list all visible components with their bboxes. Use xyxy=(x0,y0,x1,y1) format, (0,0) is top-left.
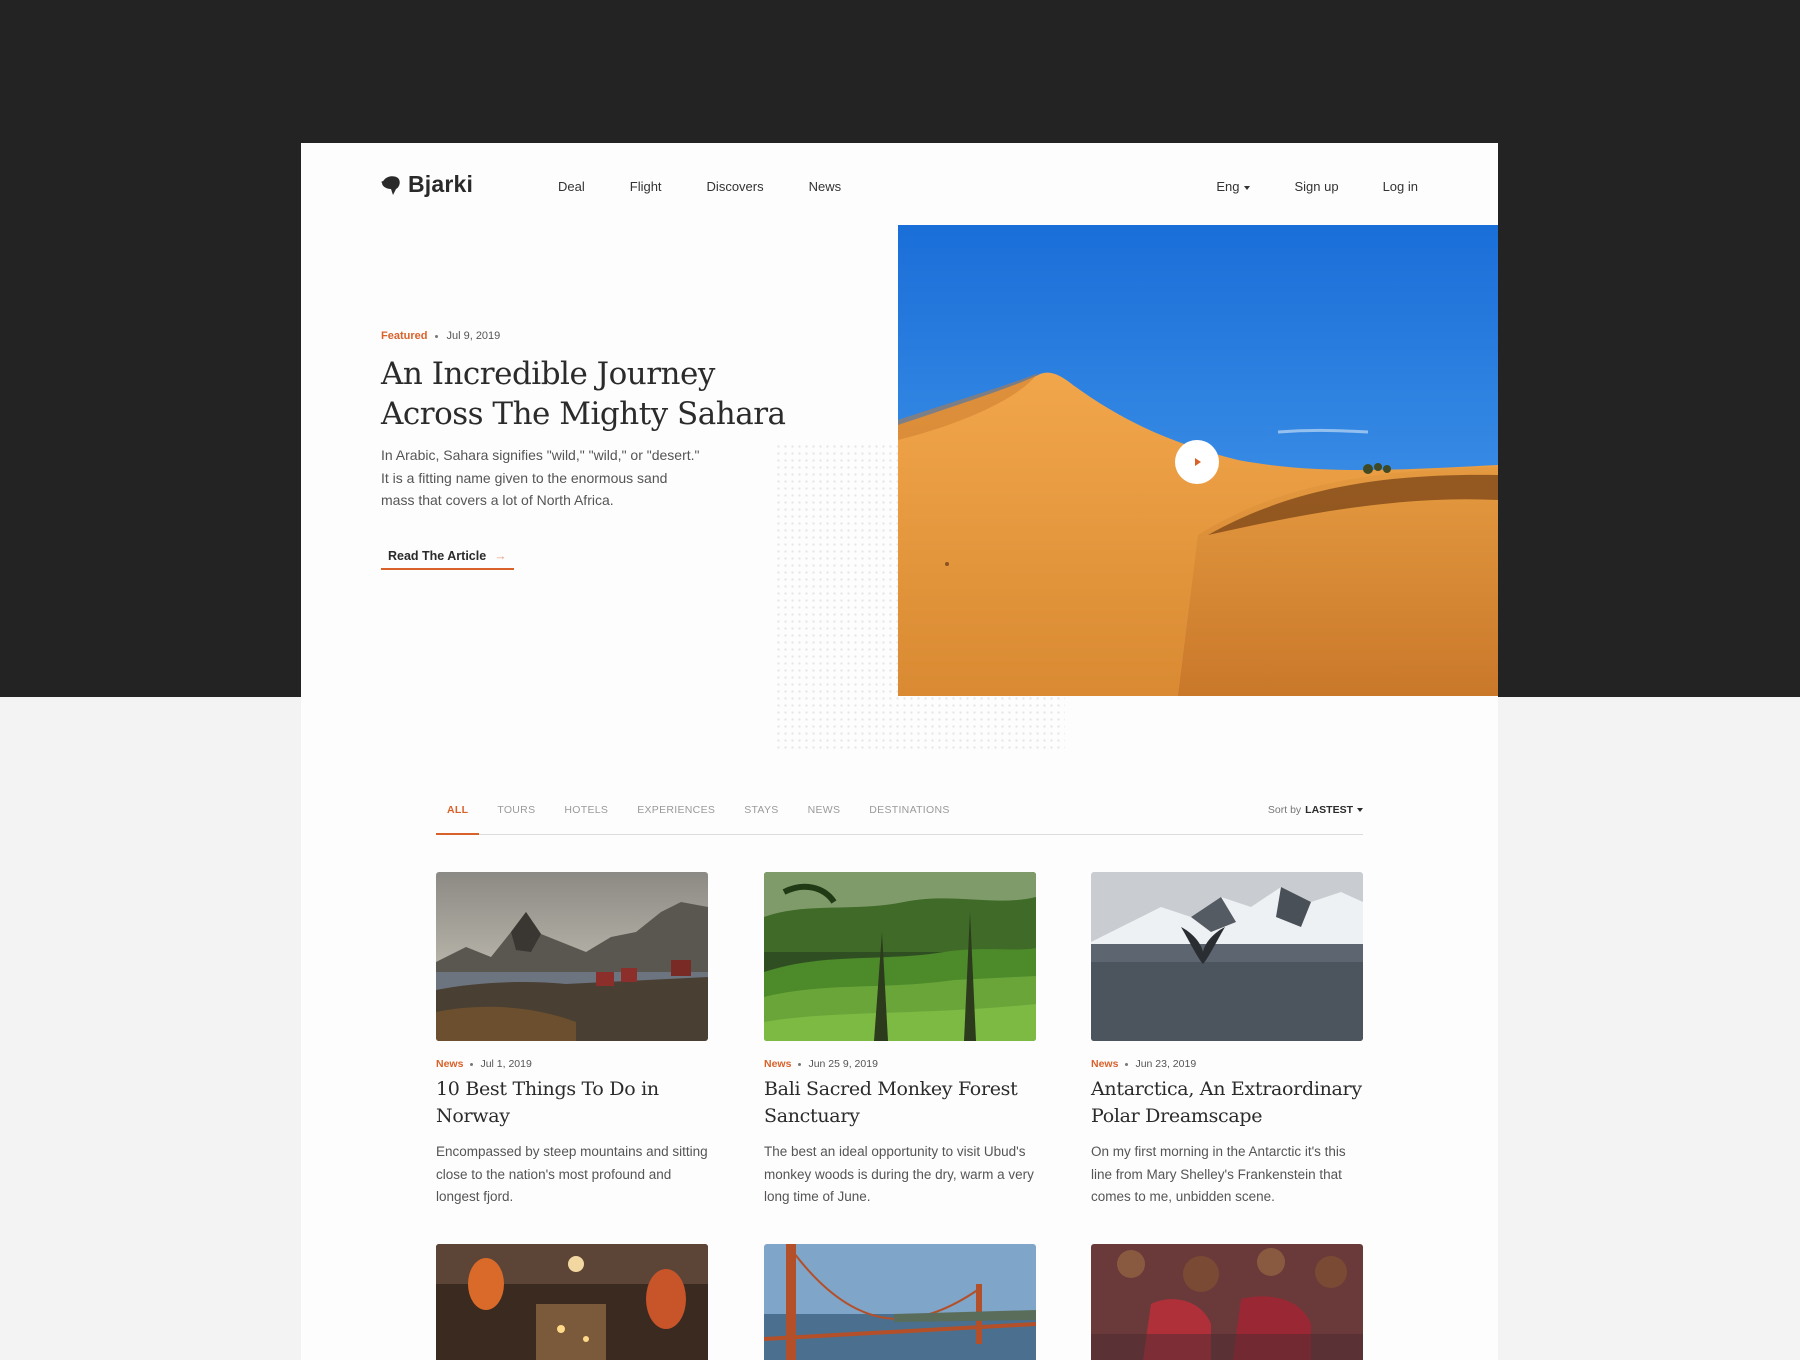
tab-hotels[interactable]: HOTELS xyxy=(564,801,608,834)
hero-date: Jul 9, 2019 xyxy=(446,330,501,342)
hero-description: In Arabic, Sahara signifies "wild," "wil… xyxy=(381,447,700,508)
nav-item-flight[interactable]: Flight xyxy=(630,179,662,194)
card-description: On my first morning in the Antarctic it'… xyxy=(1091,1144,1346,1204)
article-card[interactable]: News Jul 1, 2019 10 Best Things To Do in… xyxy=(436,872,708,1209)
nav-item-discovers[interactable]: Discovers xyxy=(707,179,764,194)
separator-dot xyxy=(798,1062,802,1066)
brand-mark-icon xyxy=(381,175,400,195)
arrow-right-icon: → xyxy=(494,549,507,563)
separator-dot xyxy=(435,334,439,338)
tab-stays[interactable]: STAYS xyxy=(744,801,778,834)
card-image-market[interactable] xyxy=(436,1244,708,1360)
card-title[interactable]: Antarctica, An Extraordinary Polar Dream… xyxy=(1091,1076,1363,1130)
tab-list: ALL TOURS HOTELS EXPERIENCES STAYS NEWS … xyxy=(435,801,1363,835)
card-image-antarctica[interactable] xyxy=(1091,872,1363,1041)
market-illustration xyxy=(436,1244,708,1360)
nav-item-deal[interactable]: Deal xyxy=(558,179,585,194)
article-card[interactable]: News Jun 23, 2019 Antarctica, An Extraor… xyxy=(1091,872,1363,1209)
site-header: Bjarki Deal Flight Discovers News Eng Si… xyxy=(301,143,1498,225)
card-image-golden-gate[interactable] xyxy=(764,1244,1036,1360)
separator-dot xyxy=(470,1062,474,1066)
signup-link[interactable]: Sign up xyxy=(1294,179,1338,194)
sort-control[interactable]: Sort by LASTEST xyxy=(1268,801,1363,819)
language-label: Eng xyxy=(1216,179,1240,194)
card-description: Encompassed by steep mountains and sitti… xyxy=(436,1144,708,1204)
tab-tours[interactable]: TOURS xyxy=(497,801,535,834)
card-date: Jun 23, 2019 xyxy=(1135,1058,1197,1070)
play-icon xyxy=(1195,458,1201,466)
read-article-label: Read The Article xyxy=(388,549,487,563)
card-date: Jul 1, 2019 xyxy=(480,1058,532,1070)
bridge-illustration xyxy=(764,1244,1036,1360)
bali-illustration xyxy=(764,872,1036,1041)
card-meta: News Jun 23, 2019 xyxy=(1091,1058,1363,1070)
account-nav: Eng Sign up Log in xyxy=(1216,179,1418,194)
card-description: The best an ideal opportunity to visit U… xyxy=(764,1144,1034,1204)
hero-desert-image[interactable] xyxy=(898,225,1498,696)
card-image-festival[interactable] xyxy=(1091,1244,1363,1360)
card-title[interactable]: Bali Sacred Monkey Forest Sanctuary xyxy=(764,1076,1036,1130)
norway-illustration xyxy=(436,872,708,1041)
tab-experiences[interactable]: EXPERIENCES xyxy=(637,801,715,834)
hero-title[interactable]: An Incredible Journey Across The Mighty … xyxy=(381,354,821,434)
card-meta: News Jun 25 9, 2019 xyxy=(764,1058,1036,1070)
sort-value[interactable]: LASTEST xyxy=(1305,804,1353,816)
antarctica-illustration xyxy=(1091,872,1363,1041)
card-image-norway[interactable] xyxy=(436,872,708,1041)
tab-all[interactable]: ALL xyxy=(435,801,480,835)
page-canvas: Bjarki Deal Flight Discovers News Eng Si… xyxy=(301,143,1498,1360)
language-select[interactable]: Eng xyxy=(1216,179,1251,194)
play-button[interactable] xyxy=(1175,440,1219,484)
main-nav: Deal Flight Discovers News xyxy=(558,179,841,194)
hero-tag[interactable]: Featured xyxy=(381,330,427,342)
brand-logo[interactable]: Bjarki xyxy=(381,171,473,198)
separator-dot xyxy=(1125,1062,1129,1066)
card-tag[interactable]: News xyxy=(764,1058,791,1070)
nav-item-news[interactable]: News xyxy=(809,179,842,194)
tab-news[interactable]: NEWS xyxy=(808,801,841,834)
card-tag[interactable]: News xyxy=(436,1058,463,1070)
tab-destinations[interactable]: DESTINATIONS xyxy=(869,801,949,834)
card-date: Jun 25 9, 2019 xyxy=(808,1058,878,1070)
category-tabs: ALL TOURS HOTELS EXPERIENCES STAYS NEWS … xyxy=(435,801,1363,835)
chevron-down-icon xyxy=(1244,185,1251,190)
read-article-link[interactable]: Read The Article → xyxy=(381,549,514,570)
card-image-bali[interactable] xyxy=(764,872,1036,1041)
card-tag[interactable]: News xyxy=(1091,1058,1118,1070)
card-meta: News Jul 1, 2019 xyxy=(436,1058,708,1070)
login-link[interactable]: Log in xyxy=(1383,179,1418,194)
hero-meta: Featured Jul 9, 2019 xyxy=(381,330,500,342)
article-card[interactable]: News Jun 25 9, 2019 Bali Sacred Monkey F… xyxy=(764,872,1036,1209)
brand-name: Bjarki xyxy=(408,171,474,197)
card-title[interactable]: 10 Best Things To Do in Norway xyxy=(436,1076,708,1130)
sort-label: Sort by xyxy=(1267,804,1302,816)
chevron-down-icon xyxy=(1357,808,1363,813)
festival-illustration xyxy=(1091,1244,1363,1360)
